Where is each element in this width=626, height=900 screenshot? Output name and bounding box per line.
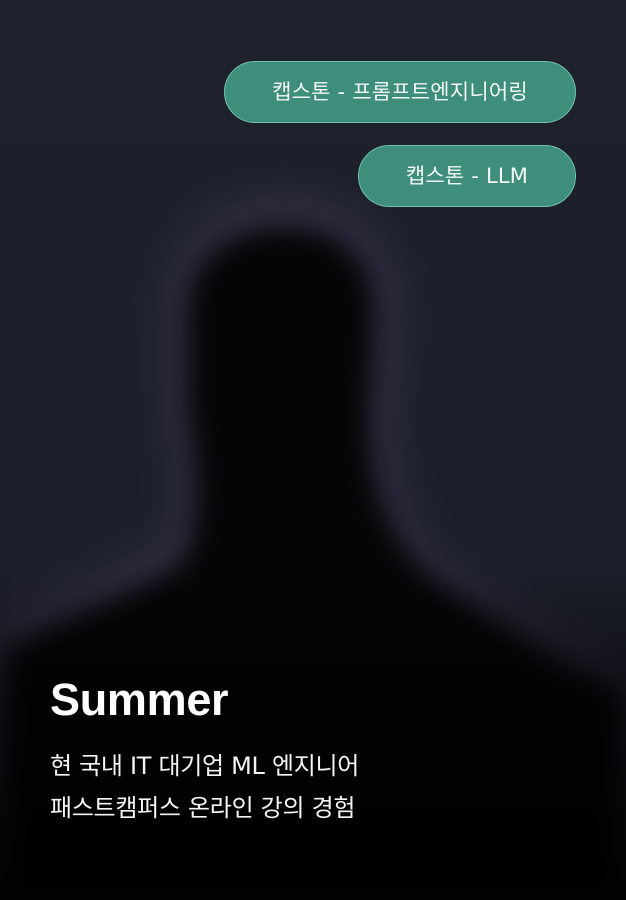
- tag-capstone-prompt-engineering[interactable]: 캡스톤 - 프롬프트엔지니어링: [224, 61, 576, 123]
- instructor-card: 캡스톤 - 프롬프트엔지니어링 캡스톤 - LLM Summer 현 국내 IT…: [0, 0, 626, 900]
- bottom-gradient: [0, 570, 626, 900]
- tag-capstone-llm[interactable]: 캡스톤 - LLM: [358, 145, 576, 207]
- instructor-name: Summer: [50, 674, 229, 725]
- tag-label: 캡스톤 - LLM: [405, 164, 529, 188]
- tag-label: 캡스톤 - 프롬프트엔지니어링: [272, 80, 528, 104]
- instructor-description-line-1: 현 국내 IT 대기업 ML 엔지니어: [50, 752, 360, 780]
- instructor-description-line-2: 패스트캠퍼스 온라인 강의 경험: [50, 794, 356, 822]
